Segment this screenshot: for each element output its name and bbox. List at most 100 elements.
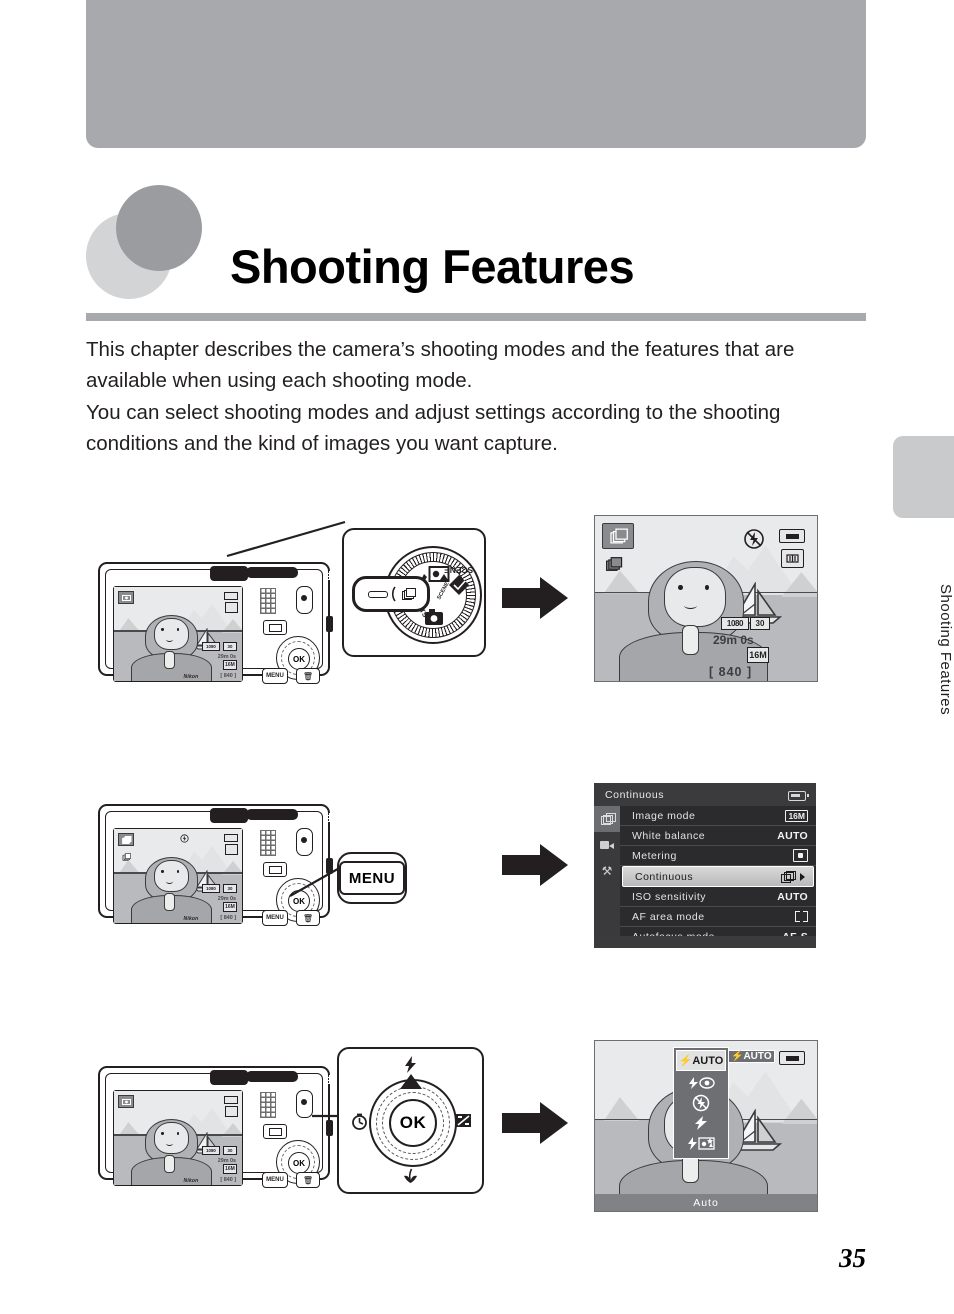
- shot1-vr-icon: [781, 549, 804, 568]
- menu-row-value: AUTO: [777, 890, 808, 903]
- menu-row-iso-sensitivity[interactable]: ISO sensitivity AUTO: [620, 887, 816, 907]
- microphone-3: [210, 1070, 355, 1085]
- flash-option-fill-flash[interactable]: [674, 1113, 728, 1133]
- shot3-battery-icon: [779, 1051, 805, 1065]
- ok-button-3[interactable]: OK: [288, 1152, 310, 1174]
- menu-battery-icon: [788, 791, 809, 801]
- chevron-right-icon: [800, 872, 805, 881]
- camera-brand-logo-3: Nikon: [183, 1178, 199, 1184]
- menu-row-label: ISO sensitivity: [632, 890, 707, 903]
- flash-off-icon: [692, 1094, 710, 1112]
- ok-button[interactable]: OK: [288, 648, 310, 670]
- lcd2-battery-icon: [224, 834, 238, 842]
- movie-record-button-2[interactable]: [296, 828, 313, 856]
- lcd2-flash-off-icon: [180, 834, 189, 843]
- lcd-scene-preview-3: 1080 30 29m 0s 16M [ 840 ]: [114, 1091, 242, 1185]
- multi-selector-ring[interactable]: OK: [369, 1079, 457, 1167]
- shot1-person-mouth: [683, 602, 697, 609]
- page-number: 35: [839, 1243, 866, 1273]
- camera-back-view-3: OK MENU 🗑 1080 30 29m 0s 16M [840] Nik…: [98, 1052, 355, 1188]
- mode-dial-index-mark: [367, 590, 388, 598]
- menu-row-label: Metering: [632, 849, 677, 862]
- decoration-circle-dark: [116, 185, 202, 271]
- scene-person-hand: [163, 650, 175, 669]
- chapter-decoration: [86, 185, 226, 300]
- menu-footer-bar: [594, 936, 816, 948]
- shot1-flash-off-icon: [744, 529, 764, 549]
- lcd2-secondary-continuous-icon: [120, 851, 133, 863]
- shot3-flash-status-indicator: ⚡AUTO: [728, 1050, 775, 1063]
- delete-button[interactable]: 🗑: [296, 668, 320, 684]
- delete-button-3[interactable]: 🗑: [296, 1172, 320, 1188]
- scene-person-face: [153, 618, 189, 651]
- lcd3-movie-frame-rate: 30: [223, 1146, 237, 1155]
- delete-button-2[interactable]: 🗑: [296, 910, 320, 926]
- menu-button-2[interactable]: MENU: [262, 910, 288, 926]
- lcd2-movie-quality: 1080: [202, 884, 220, 893]
- shot1-mode-badge-continuous-icon: [602, 523, 634, 549]
- shot1-person-hand: [681, 624, 699, 655]
- ok-button-callout[interactable]: OK: [389, 1099, 437, 1147]
- menu-key-label[interactable]: MENU: [339, 861, 405, 895]
- menu-row-continuous[interactable]: Continuous: [622, 866, 814, 887]
- shot1-person-face: [663, 567, 726, 627]
- continuous-icon: [401, 588, 416, 600]
- intro-paragraph-1: This chapter describes the camera’s shoo…: [86, 338, 795, 392]
- sidebar-item-shooting-menu[interactable]: [594, 806, 620, 832]
- menu-row-label: Continuous: [635, 870, 694, 883]
- menu-row-image-mode[interactable]: Image mode 16M: [620, 806, 816, 826]
- lcd-battery-icon: [224, 592, 238, 600]
- sidebar-item-setup-menu[interactable]: ⚒: [594, 858, 620, 884]
- menu-button[interactable]: MENU: [262, 668, 288, 684]
- lcd-vr-icon: [225, 602, 238, 613]
- flash-option-off[interactable]: [674, 1093, 728, 1113]
- self-timer-icon: [352, 1113, 367, 1130]
- menu-row-metering[interactable]: Metering: [620, 846, 816, 866]
- flash-option-slow-sync[interactable]: [674, 1133, 728, 1153]
- camera-brand-logo-2: Nikon: [183, 916, 199, 922]
- sidebar-item-movie-menu[interactable]: [594, 832, 620, 858]
- shot1-battery-icon: [779, 529, 805, 543]
- shot1-scene: 1080 30 29m 0s 16M [ 840 ]: [595, 516, 817, 681]
- shot1-image-size: 16M: [747, 647, 769, 663]
- menu-row-label: AF area mode: [632, 910, 705, 923]
- flash-option-red-eye-reduction[interactable]: [674, 1073, 728, 1093]
- callout-leader-line-1: [226, 520, 346, 558]
- arrow-right-icon-2: [502, 844, 568, 886]
- menu-row-label: White balance: [632, 829, 706, 842]
- flash-option-auto[interactable]: ⚡ AUTO: [676, 1050, 726, 1071]
- playback-button-3[interactable]: [263, 1124, 287, 1139]
- camera-side-port: [326, 616, 333, 632]
- figure3-flash-screenshot: ⚡AUTO ⚡ AUTO Auto: [594, 1040, 818, 1212]
- flash-fill-icon: [695, 1116, 707, 1130]
- lcd-movie-frame-rate: 30: [223, 642, 237, 651]
- shot1-movie-quality: 1080: [721, 617, 749, 630]
- playback-button-2[interactable]: [263, 862, 287, 877]
- lcd3-movie-quality: 1080: [202, 1146, 220, 1155]
- shot1-shots-remaining: [ 840 ]: [709, 665, 753, 679]
- menu-title-text: Continuous: [605, 788, 665, 801]
- speaker-grille-2: [260, 830, 276, 856]
- camera-lcd: 1080 30 29m 0s 16M [ 840 ] Nikon: [113, 586, 243, 682]
- movie-record-button[interactable]: [296, 586, 313, 614]
- header-band: [86, 0, 866, 148]
- lcd-image-size: 16M: [223, 660, 237, 670]
- menu-button-3[interactable]: MENU: [262, 1172, 288, 1188]
- camera-brand-logo: Nikon: [183, 674, 199, 680]
- lcd2-mode-badge-continuous-icon: [118, 833, 134, 846]
- mode-dial-callout: SCENE EFFECTS SCENE: [342, 528, 486, 657]
- manual-page: Shooting Features This chapter describes…: [0, 0, 954, 1314]
- flash-red-eye-icon: [689, 1077, 715, 1089]
- camera-body: OK MENU 🗑 1080 30 29m 0s 16M [840] Nik…: [98, 562, 355, 684]
- playback-button[interactable]: [263, 620, 287, 635]
- lcd3-image-size: 16M: [223, 1164, 237, 1174]
- menu-row-af-area-mode[interactable]: AF area mode: [620, 907, 816, 927]
- mode-dial-auto-mode-icon: [425, 609, 443, 625]
- lcd-movie-quality: 1080: [202, 642, 220, 651]
- lcd-scene-preview-2: 1080 30 29m 0s 16M [ 840 ]: [114, 829, 242, 923]
- multi-selector-up-arrow[interactable]: [399, 1073, 423, 1090]
- side-tab-label: Shooting Features: [937, 584, 954, 716]
- speaker-grille-3: [260, 1092, 276, 1118]
- strap-eyelet-2: [246, 809, 298, 820]
- menu-row-white-balance[interactable]: White balance AUTO: [620, 826, 816, 846]
